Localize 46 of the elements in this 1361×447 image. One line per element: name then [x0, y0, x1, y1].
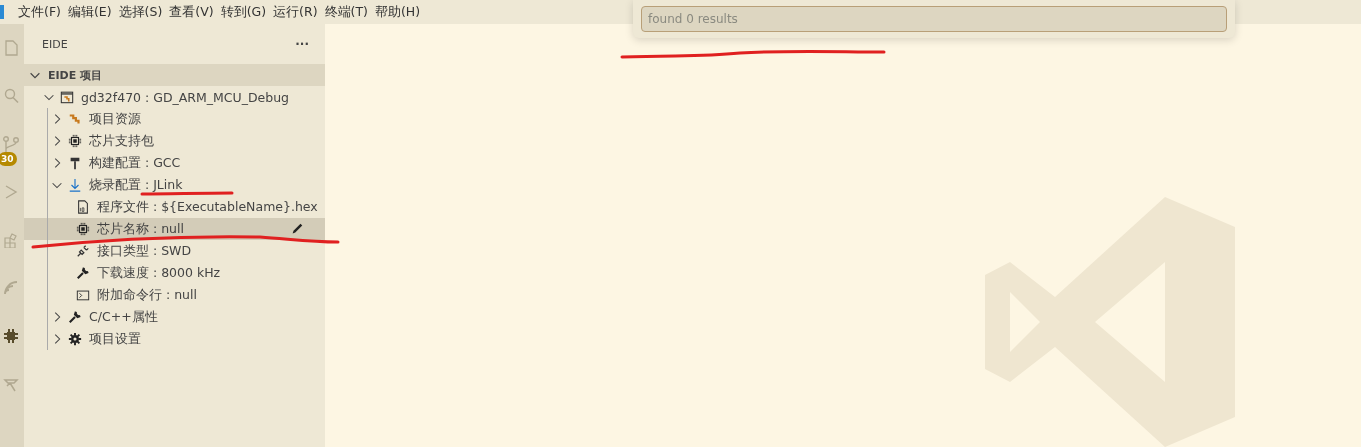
search-icon [3, 88, 19, 104]
plug-icon [76, 244, 90, 258]
extensions-icon [3, 232, 19, 248]
chip-icon [76, 222, 90, 236]
edit-icon [290, 222, 304, 236]
hammer-icon [68, 156, 82, 170]
menu-item[interactable]: 查看(V) [169, 3, 221, 21]
tree-item[interactable]: 构建配置 : GCC [24, 152, 325, 174]
menu-item[interactable]: 转到(G) [220, 3, 274, 21]
tree-item[interactable]: 芯片名称 : null [24, 218, 325, 240]
signal-icon [3, 280, 19, 296]
terminal-icon [76, 288, 90, 302]
menu-item[interactable]: 运行(R) [273, 3, 325, 21]
count-badge: 30 [0, 152, 17, 166]
chip-icon [68, 134, 82, 148]
wrench-icon [68, 310, 82, 324]
tools-icon [3, 376, 19, 392]
menu-item[interactable]: 文件(F) [18, 3, 68, 21]
menu-item[interactable]: 编辑(E) [67, 3, 119, 21]
download-icon [68, 178, 82, 192]
branch-icon [3, 136, 19, 152]
section-header[interactable]: EIDE 项目 [24, 64, 325, 86]
tree-item[interactable]: 芯片支持包 [24, 130, 325, 152]
sidebar-title: EIDE [42, 37, 68, 51]
tree-item[interactable]: 接口类型 : SWD [24, 240, 325, 262]
app-logo-icon [0, 5, 4, 19]
file-icon [76, 200, 90, 214]
menu-item[interactable]: 终端(T) [324, 3, 375, 21]
resources-icon [68, 112, 82, 126]
chip-icon [3, 328, 19, 344]
menu-item[interactable]: 选择(S) [118, 3, 170, 21]
run-icon [3, 184, 19, 200]
files-icon [3, 40, 19, 56]
tree-item[interactable]: gd32f470 : GD_ARM_MCU_Debug [24, 86, 325, 108]
gear-icon [68, 332, 82, 346]
tree-item[interactable]: 附加命令行 : null [24, 284, 325, 306]
tree-item[interactable]: 项目设置 [24, 328, 325, 350]
project-icon [60, 90, 74, 104]
search-field[interactable]: found 0 results [641, 6, 1227, 32]
menu-item[interactable]: 帮助(H) [374, 3, 428, 21]
more-actions-button[interactable]: ··· [295, 37, 309, 51]
tree-item[interactable]: 烧录配置 : JLink [24, 174, 325, 196]
wrench-icon [76, 266, 90, 280]
tree-item[interactable]: 下载速度 : 8000 kHz [24, 262, 325, 284]
tree-item[interactable]: 项目资源 [24, 108, 325, 130]
tree-item[interactable]: C/C++属性 [24, 306, 325, 328]
